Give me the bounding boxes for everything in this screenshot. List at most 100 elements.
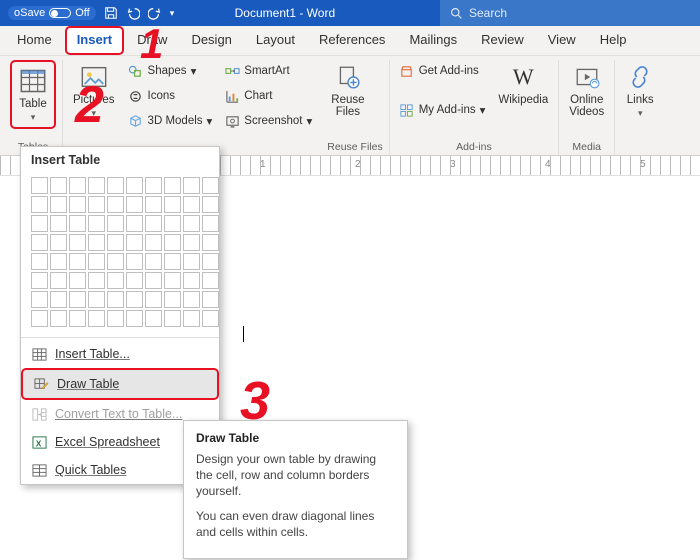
grid-cell[interactable] <box>202 196 219 213</box>
grid-cell[interactable] <box>183 177 200 194</box>
grid-cell[interactable] <box>145 310 162 327</box>
grid-cell[interactable] <box>50 272 67 289</box>
grid-cell[interactable] <box>164 196 181 213</box>
grid-cell[interactable] <box>145 253 162 270</box>
grid-cell[interactable] <box>145 291 162 308</box>
grid-cell[interactable] <box>107 272 124 289</box>
grid-cell[interactable] <box>88 234 105 251</box>
grid-cell[interactable] <box>164 215 181 232</box>
tab-review[interactable]: Review <box>470 27 535 54</box>
grid-cell[interactable] <box>126 291 143 308</box>
grid-cell[interactable] <box>126 215 143 232</box>
grid-cell[interactable] <box>164 177 181 194</box>
wikipedia-button[interactable]: W Wikipedia <box>494 60 552 108</box>
grid-cell[interactable] <box>50 234 67 251</box>
grid-cell[interactable] <box>50 177 67 194</box>
grid-cell[interactable] <box>107 234 124 251</box>
reuse-files-button[interactable]: Reuse Files <box>327 60 368 120</box>
grid-cell[interactable] <box>107 196 124 213</box>
grid-cell[interactable] <box>31 196 48 213</box>
search-input[interactable] <box>469 6 690 20</box>
grid-cell[interactable] <box>145 177 162 194</box>
grid-cell[interactable] <box>202 253 219 270</box>
shapes-button[interactable]: Shapes ▾ <box>125 60 216 82</box>
grid-cell[interactable] <box>126 177 143 194</box>
grid-cell[interactable] <box>183 215 200 232</box>
grid-cell[interactable] <box>202 177 219 194</box>
grid-cell[interactable] <box>126 272 143 289</box>
grid-cell[interactable] <box>107 291 124 308</box>
grid-cell[interactable] <box>183 310 200 327</box>
grid-cell[interactable] <box>69 234 86 251</box>
tab-design[interactable]: Design <box>180 27 242 54</box>
grid-cell[interactable] <box>31 272 48 289</box>
menu-insert-table[interactable]: Insert Table... <box>21 340 219 368</box>
grid-cell[interactable] <box>183 253 200 270</box>
online-videos-button[interactable]: Online Videos <box>565 60 608 120</box>
grid-cell[interactable] <box>202 310 219 327</box>
grid-cell[interactable] <box>145 234 162 251</box>
grid-cell[interactable] <box>164 253 181 270</box>
grid-cell[interactable] <box>202 291 219 308</box>
grid-cell[interactable] <box>88 291 105 308</box>
grid-cell[interactable] <box>69 310 86 327</box>
grid-cell[interactable] <box>69 291 86 308</box>
grid-cell[interactable] <box>107 177 124 194</box>
grid-cell[interactable] <box>31 177 48 194</box>
icons-button[interactable]: Icons <box>125 85 216 107</box>
grid-cell[interactable] <box>31 215 48 232</box>
grid-cell[interactable] <box>31 291 48 308</box>
grid-cell[interactable] <box>202 215 219 232</box>
grid-cell[interactable] <box>31 310 48 327</box>
search-box[interactable] <box>440 0 700 26</box>
grid-cell[interactable] <box>107 253 124 270</box>
grid-cell[interactable] <box>126 196 143 213</box>
grid-cell[interactable] <box>69 253 86 270</box>
grid-cell[interactable] <box>88 215 105 232</box>
grid-cell[interactable] <box>50 310 67 327</box>
grid-cell[interactable] <box>69 196 86 213</box>
tab-layout[interactable]: Layout <box>245 27 306 54</box>
grid-cell[interactable] <box>50 291 67 308</box>
tab-home[interactable]: Home <box>6 27 63 54</box>
grid-cell[interactable] <box>202 272 219 289</box>
grid-cell[interactable] <box>88 272 105 289</box>
grid-cell[interactable] <box>145 272 162 289</box>
get-addins-button[interactable]: Get Add-ins <box>396 60 489 82</box>
my-addins-button[interactable]: My Add-ins ▾ <box>396 99 489 121</box>
tab-insert[interactable]: Insert <box>65 26 124 55</box>
tab-help[interactable]: Help <box>589 27 638 54</box>
menu-draw-table[interactable]: Draw Table <box>21 368 219 400</box>
grid-cell[interactable] <box>88 253 105 270</box>
grid-cell[interactable] <box>88 196 105 213</box>
grid-cell[interactable] <box>164 291 181 308</box>
grid-cell[interactable] <box>164 310 181 327</box>
grid-cell[interactable] <box>88 310 105 327</box>
tab-mailings[interactable]: Mailings <box>398 27 468 54</box>
grid-cell[interactable] <box>50 196 67 213</box>
smartart-button[interactable]: SmartArt <box>221 60 315 82</box>
save-icon[interactable] <box>104 6 118 20</box>
chart-button[interactable]: Chart <box>221 85 315 107</box>
qat-customize-icon[interactable]: ▾ <box>170 8 175 19</box>
grid-cell[interactable] <box>31 253 48 270</box>
grid-cell[interactable] <box>183 196 200 213</box>
grid-cell[interactable] <box>202 234 219 251</box>
grid-cell[interactable] <box>50 253 67 270</box>
grid-cell[interactable] <box>107 310 124 327</box>
grid-cell[interactable] <box>164 234 181 251</box>
table-size-grid[interactable] <box>21 173 219 335</box>
table-button[interactable]: Table ▾ <box>10 60 56 129</box>
screenshot-button[interactable]: Screenshot ▾ <box>221 110 315 132</box>
grid-cell[interactable] <box>183 272 200 289</box>
grid-cell[interactable] <box>69 215 86 232</box>
grid-cell[interactable] <box>183 291 200 308</box>
grid-cell[interactable] <box>164 272 181 289</box>
tab-references[interactable]: References <box>308 27 396 54</box>
grid-cell[interactable] <box>31 234 48 251</box>
links-button[interactable]: Links ▾ <box>621 60 659 121</box>
grid-cell[interactable] <box>126 310 143 327</box>
grid-cell[interactable] <box>69 177 86 194</box>
grid-cell[interactable] <box>183 234 200 251</box>
redo-icon[interactable] <box>148 6 162 20</box>
